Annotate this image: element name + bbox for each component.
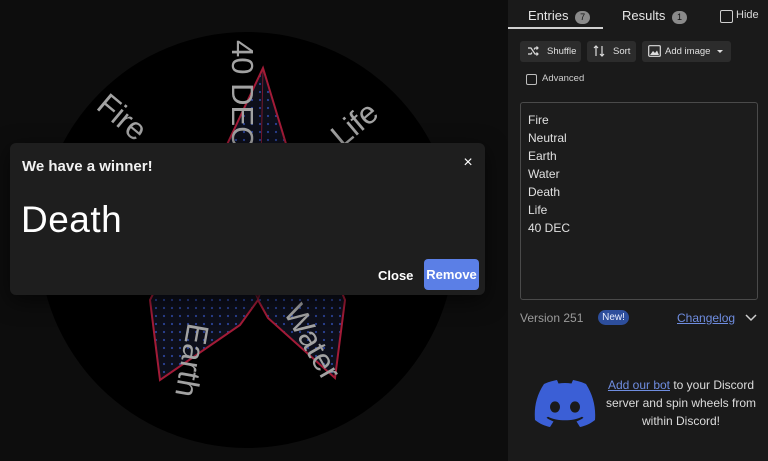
tab-entries[interactable]: Entries 7 [508, 0, 603, 30]
sort-label: Sort [613, 46, 631, 57]
results-count-badge: 1 [671, 11, 687, 24]
dialog-title: We have a winner! [22, 158, 153, 175]
discord-promo: Add our bot to your Discord server and s… [604, 376, 758, 430]
close-button[interactable]: Close [370, 261, 421, 291]
entry-line: Neutral [528, 131, 567, 145]
shuffle-icon [528, 46, 539, 56]
discord-icon [534, 380, 596, 427]
shuffle-button[interactable]: Shuffle [520, 41, 581, 62]
hide-checkbox[interactable] [720, 10, 733, 23]
entry-line: 40 DEC [528, 221, 571, 235]
advanced-label: Advanced [542, 73, 585, 84]
entry-line: Fire [528, 113, 549, 127]
entries-count-badge: 7 [575, 11, 591, 24]
entry-line: Earth [528, 149, 557, 163]
version-text: Version 251 [520, 311, 584, 325]
wheel-area[interactable]: 40 DEC Life Fire Earth Water We have a w… [0, 0, 508, 461]
advanced-checkbox[interactable] [526, 74, 537, 85]
remove-button[interactable]: Remove [424, 259, 479, 290]
side-panel: Entries 7 Results 1 Hide Shuffle Sort Ad… [508, 0, 768, 461]
chevron-down-icon[interactable] [745, 314, 757, 322]
add-bot-link[interactable]: Add our bot [608, 378, 670, 392]
sort-button[interactable]: Sort [587, 41, 636, 62]
new-badge: New! [598, 310, 629, 325]
entry-line: Death [528, 185, 561, 199]
entry-line: Life [528, 203, 548, 217]
shuffle-label: Shuffle [547, 46, 577, 57]
close-icon[interactable]: × [458, 153, 478, 173]
entries-textarea[interactable]: Fire Neutral Earth Water Death Life 40 D… [520, 102, 758, 300]
sort-icon [593, 45, 605, 57]
add-image-label: Add image [665, 46, 711, 57]
hide-label: Hide [736, 9, 759, 21]
dropdown-arrow-icon [717, 50, 723, 53]
add-image-button[interactable]: Add image [642, 41, 731, 62]
entry-line: Water [528, 167, 560, 181]
changelog-link[interactable]: Changelog [677, 311, 735, 325]
winner-name: Death [21, 199, 123, 240]
winner-dialog: We have a winner! × Death Close Remove [10, 143, 485, 295]
tab-results-label: Results [622, 8, 666, 23]
tab-entries-label: Entries [528, 8, 569, 23]
active-tab-indicator [508, 27, 603, 29]
tab-results[interactable]: Results 1 [612, 0, 692, 30]
image-icon [648, 45, 661, 57]
